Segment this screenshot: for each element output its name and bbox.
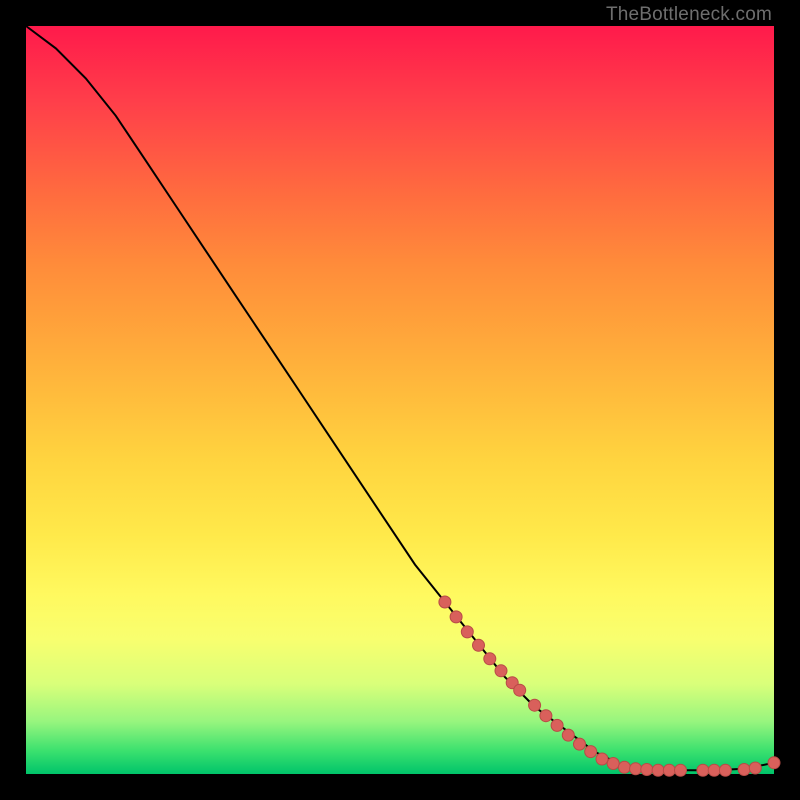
watermark-text: TheBottleneck.com xyxy=(606,4,772,26)
data-marker xyxy=(675,764,687,776)
chart-stage: TheBottleneck.com xyxy=(0,0,800,800)
data-marker xyxy=(574,738,586,750)
data-marker xyxy=(768,757,780,769)
data-marker xyxy=(495,665,507,677)
data-marker xyxy=(738,764,750,776)
data-marker xyxy=(697,764,709,776)
data-marker xyxy=(484,653,496,665)
data-marker xyxy=(461,626,473,638)
chart-plot-area xyxy=(26,26,774,774)
data-marker xyxy=(607,758,619,770)
data-marker xyxy=(473,639,485,651)
data-marker xyxy=(708,764,720,776)
data-marker xyxy=(652,764,664,776)
data-marker xyxy=(450,611,462,623)
data-marker xyxy=(749,762,761,774)
data-marker xyxy=(551,719,563,731)
data-marker xyxy=(514,684,526,696)
data-marker xyxy=(596,753,608,765)
data-markers xyxy=(439,596,780,776)
chart-svg xyxy=(26,26,774,774)
data-marker xyxy=(585,746,597,758)
bottleneck-curve-line xyxy=(26,26,774,770)
data-marker xyxy=(618,761,630,773)
data-marker xyxy=(630,763,642,775)
data-marker xyxy=(562,729,574,741)
data-marker xyxy=(719,764,731,776)
data-marker xyxy=(663,764,675,776)
data-marker xyxy=(641,764,653,776)
data-marker xyxy=(529,699,541,711)
data-marker xyxy=(439,596,451,608)
data-marker xyxy=(540,710,552,722)
